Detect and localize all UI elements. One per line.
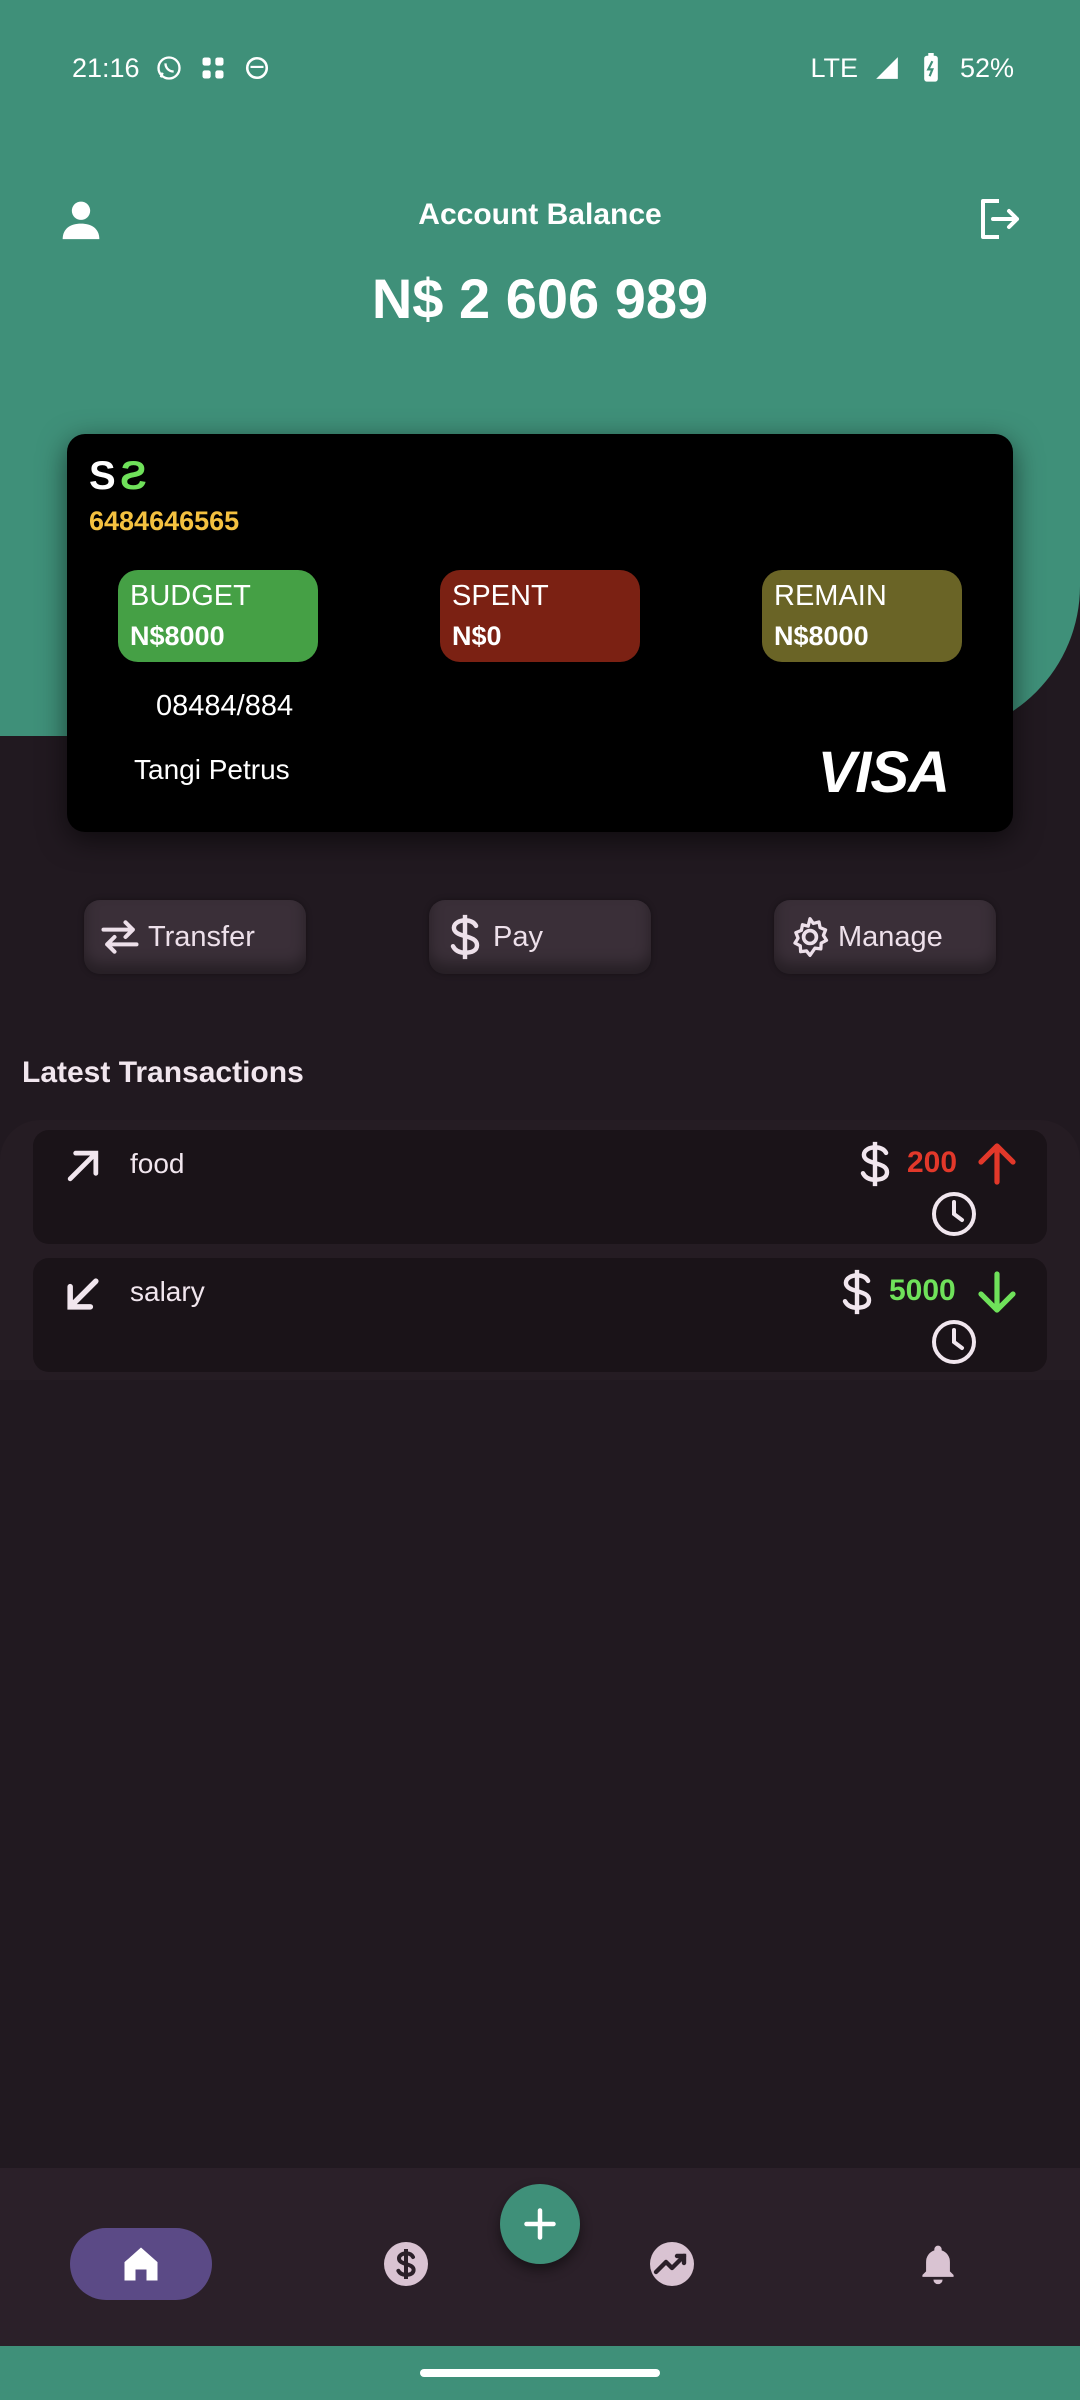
card-logo: SS [89,454,146,499]
gear-icon [788,915,832,959]
nav-money[interactable] [370,2228,442,2300]
transactions-title: Latest Transactions [22,1056,304,1089]
nav-notifications[interactable] [902,2228,974,2300]
account-balance: N$ 2 606 989 [371,267,709,330]
home-icon [124,2247,158,2281]
dollar-icon [842,1269,872,1315]
nav-home[interactable] [70,2228,212,2300]
visa-logo: VISA [817,740,950,805]
transaction-item[interactable]: food 200 [33,1130,1047,1244]
nav-analytics[interactable] [636,2228,708,2300]
arrow-down-left-icon [67,1278,99,1310]
pay-button[interactable]: Pay [429,900,651,974]
status-right: LTE 52% [810,53,1014,84]
transaction-amount: 200 [907,1146,958,1179]
transaction-name: food [130,1148,185,1179]
budget-label: BUDGET [130,580,251,612]
manage-label: Manage [838,920,943,953]
budget-amount: N$8000 [130,621,225,651]
dollar-icon [860,1141,890,1187]
budget-chip: BUDGET N$8000 [118,570,318,662]
manage-button[interactable]: Manage [774,900,996,974]
add-button[interactable] [500,2184,580,2264]
money-icon [384,2242,428,2286]
status-left: 21:16 [72,53,272,84]
arrow-down-icon [978,1271,1016,1313]
transactions-list: food 200 salary 5000 [0,1120,1080,1380]
clock-icon [932,1192,976,1236]
bank-card[interactable]: SS 6484646565 BUDGET N$8000 SPENT N$0 RE… [67,434,1013,832]
pay-label: Pay [493,920,543,953]
status-bar: 21:16 LTE 52% [0,0,1080,136]
logout-icon [981,199,1019,239]
transfer-label: Transfer [148,920,255,953]
clock-icon [932,1320,976,1364]
signal-icon [872,53,902,83]
music-icon [198,53,228,83]
spent-chip: SPENT N$0 [440,570,640,662]
gesture-handle[interactable] [420,2369,660,2377]
dollar-icon [443,914,487,960]
spent-amount: N$0 [452,621,502,651]
battery-level: 52% [959,52,1014,83]
status-time: 21:16 [72,52,140,83]
remain-chip: REMAIN N$8000 [762,570,962,662]
balance-label: Account Balance [418,198,662,231]
network-label: LTE [810,52,858,83]
transaction-name: salary [130,1276,205,1307]
transfer-button[interactable]: Transfer [84,900,306,974]
remain-amount: N$8000 [774,621,869,651]
card-holder: Tangi Petrus [134,754,290,785]
face-icon [242,53,272,83]
card-code: 08484/884 [156,690,294,722]
whatsapp-icon [154,53,184,83]
screen: 21:16 LTE 52% Account Balance N$ 2 606 9… [0,0,1080,2400]
spent-label: SPENT [452,580,549,612]
arrow-up-right-icon [67,1150,99,1182]
battery-charging-icon [916,53,946,83]
chart-icon [650,2242,694,2286]
card-logo-right: S [117,454,147,498]
bell-icon [922,2245,954,2285]
card-number: 6484646565 [89,506,240,536]
transfer-icon [98,915,142,959]
transaction-amount: 5000 [889,1274,956,1307]
card-logo-left: S [89,454,118,498]
remain-label: REMAIN [774,580,887,612]
transaction-item[interactable]: salary 5000 [33,1258,1047,1372]
arrow-up-icon [978,1143,1016,1185]
logout-button[interactable] [962,184,1032,254]
add-icon [524,2208,556,2240]
